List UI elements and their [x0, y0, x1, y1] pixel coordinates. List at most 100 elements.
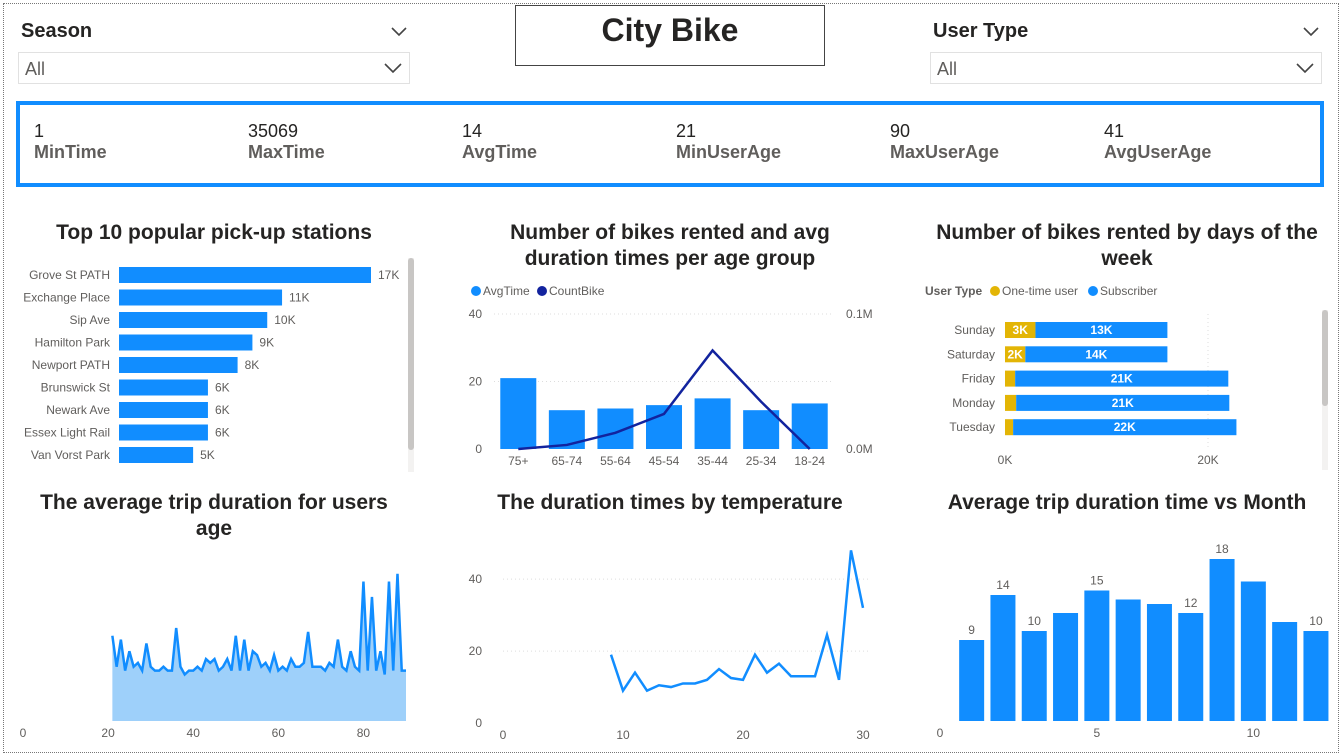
x-tick-label: 80 — [357, 726, 371, 740]
x-tick-label: 20 — [736, 728, 750, 742]
bar-category-label: Newark Ave — [46, 403, 110, 417]
y2-tick-label: 0.1M — [846, 307, 873, 321]
x-tick-label: 55-64 — [600, 454, 631, 468]
x-tick-label: 65-74 — [552, 454, 583, 468]
user-type-dropdown[interactable]: All — [930, 52, 1322, 84]
bar — [1240, 581, 1266, 721]
chart-title: The average trip duration for users age — [14, 490, 414, 542]
kpi-label: MinTime — [34, 142, 107, 162]
bar-data-label: 10 — [1028, 614, 1042, 628]
bar-category-label: Grove St PATH — [29, 268, 110, 282]
month-chart[interactable]: Average trip duration time vs Month 9 14 1… — [918, 490, 1336, 746]
bar — [1178, 613, 1204, 721]
chart-title-line: duration times per age group — [524, 247, 816, 270]
x-tick-label: 10 — [1247, 726, 1261, 740]
x-tick-label: 0 — [500, 728, 507, 742]
y2-tick-label: 0.0M — [846, 442, 873, 456]
scrollbar-thumb[interactable] — [1322, 310, 1328, 406]
temperature-chart[interactable]: The duration times by temperature 0 20 40 0… — [460, 490, 880, 746]
y-tick-label: 20 — [469, 375, 483, 389]
bar — [1084, 590, 1110, 721]
bar-data-label: 22K — [1114, 420, 1136, 434]
kpi-label: AvgUserAge — [1104, 142, 1212, 162]
kpi-max-user-age: 90 MaxUserAge — [890, 121, 1090, 163]
bar — [548, 410, 585, 449]
x-tick-label: 20K — [1197, 453, 1218, 467]
bar-category-label: Saturday — [947, 347, 995, 361]
bar-category-label: Sip Ave — [70, 313, 111, 327]
days-chart[interactable]: Number of bikes rented by days of the we… — [918, 218, 1336, 476]
kpi-min-user-age: 21 MinUserAge — [676, 121, 876, 163]
bar — [119, 379, 208, 396]
y-tick-label: 0 — [475, 442, 482, 456]
bar-data-label: 10 — [1309, 614, 1323, 628]
x-tick-label: 5 — [1094, 726, 1101, 740]
chevron-down-icon — [1296, 63, 1314, 74]
bar-data-label: 6K — [215, 426, 230, 440]
bar — [119, 447, 194, 463]
bar-one-time-user — [1005, 419, 1014, 436]
kpi-value: 90 — [890, 121, 911, 141]
kpi-value: 14 — [462, 121, 483, 141]
season-dropdown-value: All — [25, 59, 46, 79]
chart-title: The duration times by temperature — [497, 491, 843, 514]
season-dropdown[interactable]: All — [18, 52, 410, 84]
chart-title-line: week — [1101, 247, 1153, 270]
kpi-value: 21 — [676, 121, 697, 141]
y-tick-label: 20 — [469, 644, 483, 658]
bar — [119, 312, 268, 328]
kpi-min-time: 1 MinTime — [34, 121, 234, 163]
kpi-label: MaxTime — [248, 142, 325, 162]
chart-title-line: age — [195, 517, 233, 540]
chevron-down-icon[interactable] — [390, 24, 408, 38]
kpi-avg-time: 14 AvgTime — [462, 121, 662, 163]
x-tick-label: 75+ — [508, 454, 528, 468]
x-tick-label: 40 — [187, 726, 201, 740]
bar-data-label: 9 — [968, 623, 975, 637]
age-group-chart[interactable]: Number of bikes rented and avg duration … — [460, 218, 880, 476]
x-tick-label: 10 — [616, 728, 630, 742]
stations-chart[interactable]: Top 10 popular pick-up stations Grove St… — [14, 218, 419, 476]
legend-marker — [537, 286, 547, 296]
legend-marker — [990, 286, 1000, 296]
bar — [1053, 613, 1079, 721]
bar-category-label: Newport PATH — [32, 358, 110, 372]
kpi-value: 41 — [1104, 121, 1125, 141]
kpi-panel: 1 MinTime 35069 MaxTime 14 AvgTime 21 Mi… — [16, 101, 1324, 187]
bar-data-label: 9K — [259, 336, 274, 350]
kpi-value: 35069 — [248, 121, 299, 141]
bar-data-label: 13K — [1090, 323, 1112, 337]
chevron-down-icon[interactable] — [1302, 24, 1320, 38]
bar — [990, 595, 1016, 721]
age-duration-chart[interactable]: The average trip duration for users age … — [14, 490, 419, 746]
bar-category-label: Van Vorst Park — [31, 448, 111, 462]
bar — [119, 402, 208, 418]
scrollbar-thumb[interactable] — [408, 258, 414, 450]
report-title: City Bike — [601, 12, 739, 48]
chart-title: Average trip duration time vs Month — [947, 491, 1307, 514]
stations-bar-svg: Grove St PATH 17K Exchange Place 11K Sip Ave… — [23, 267, 399, 463]
bar-data-label: 6K — [215, 403, 230, 417]
bar-category-label: Hamilton Park — [35, 336, 111, 350]
legend-marker — [1088, 286, 1098, 296]
bar-data-label: 3K — [1013, 323, 1029, 337]
report-title-box: City Bike — [515, 5, 825, 66]
chart-title: Number of bikes rented by days of the we… — [918, 220, 1336, 272]
x-tick-label: 25-34 — [746, 454, 777, 468]
bar-data-label: 10K — [274, 313, 295, 327]
month-bar-svg: 9 14 10 15 12 18 10 0 5 10 — [937, 542, 1329, 740]
x-tick-label: 0 — [937, 726, 944, 740]
bar-category-label: Brunswick St — [41, 381, 111, 395]
bar-one-time-user — [1005, 370, 1016, 387]
bar — [694, 398, 731, 449]
age-duration-area-svg: 0 20 40 60 80 — [20, 573, 406, 740]
chart-title-line: The average trip duration for users — [40, 491, 388, 514]
bar — [500, 378, 537, 449]
chart-title: Top 10 popular pick-up stations — [56, 221, 372, 244]
bar — [791, 403, 828, 449]
duration-line — [609, 550, 865, 694]
bar — [1146, 604, 1172, 721]
bar-category-label: Essex Light Rail — [24, 426, 110, 440]
x-tick-label: 18-24 — [794, 454, 825, 468]
legend-label: AvgTime — [483, 284, 530, 298]
